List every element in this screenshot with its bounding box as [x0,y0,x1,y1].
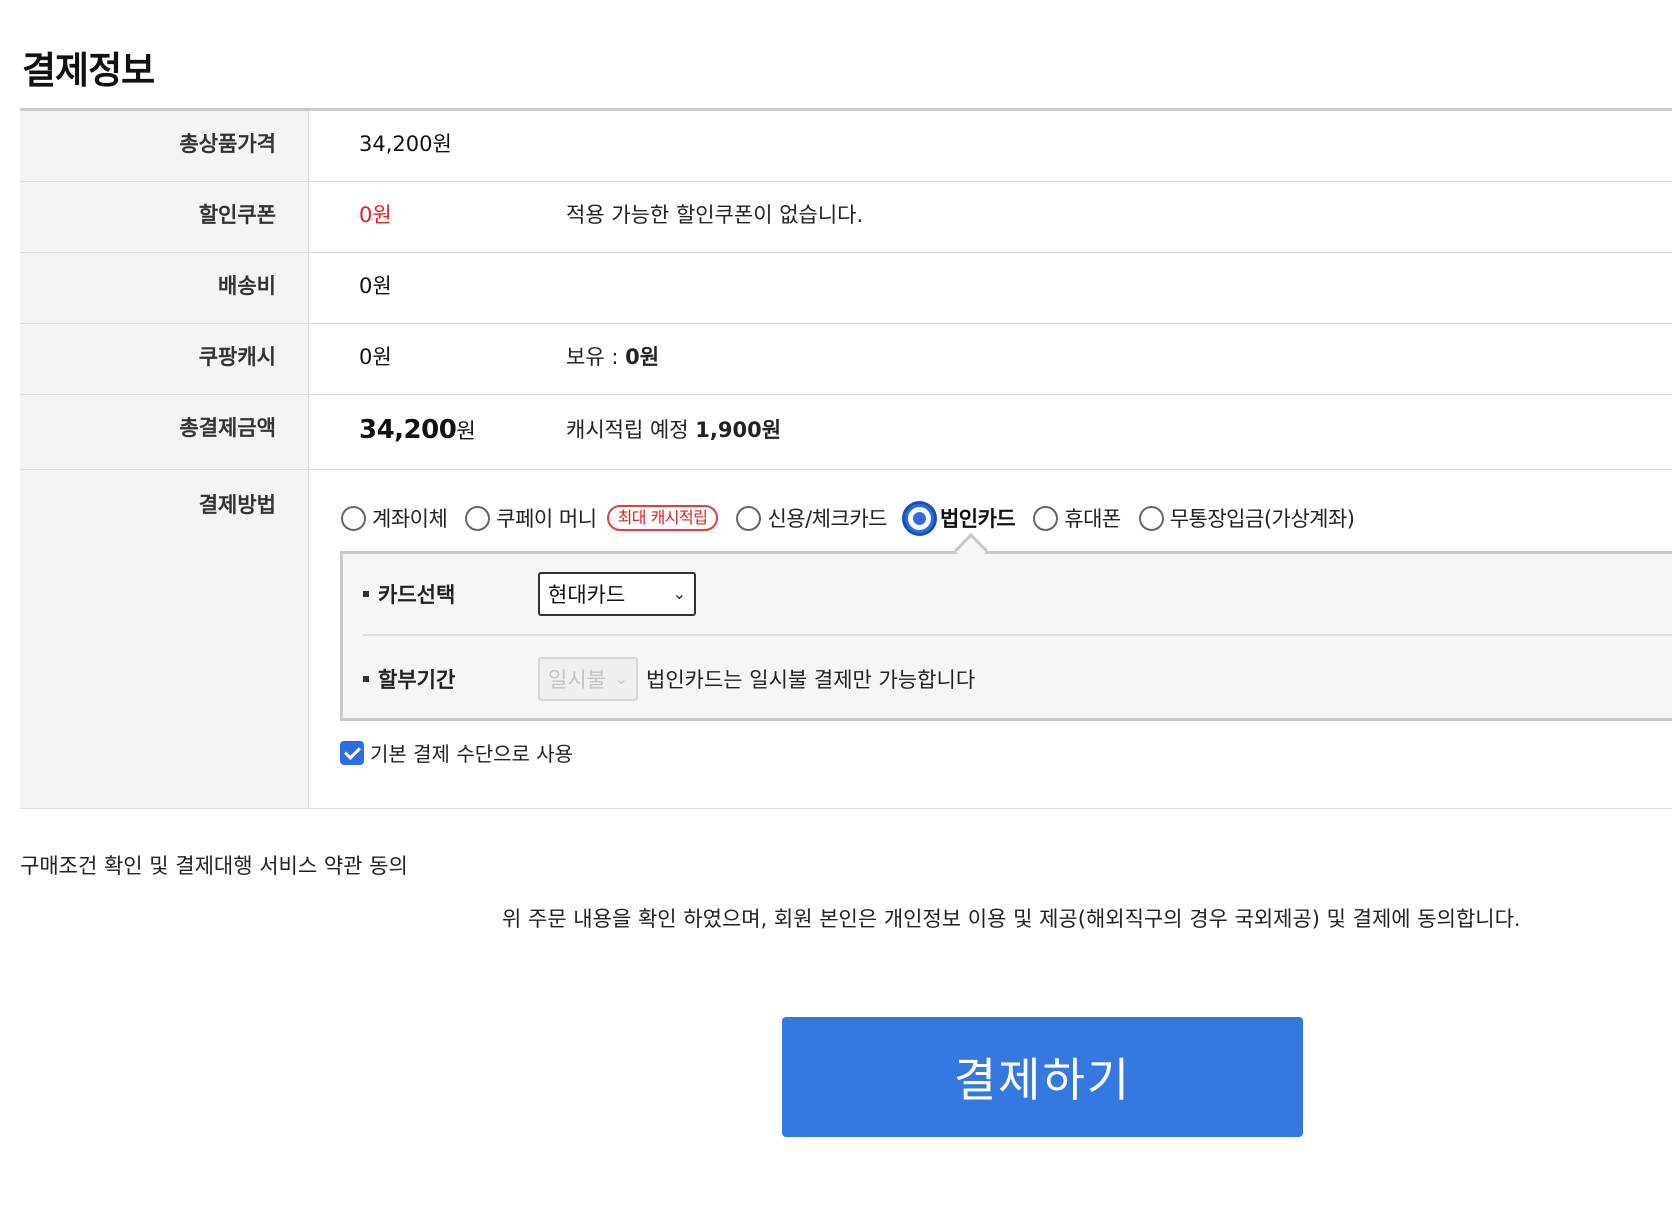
discount-coupon-note: 적용 가능한 할인쿠폰이 없습니다. [566,203,864,227]
row-label: 배송비 [20,253,309,323]
row-total-product-price: 총상품가격 34,200원 [20,111,1672,182]
chevron-down-icon: ⌄ [614,669,628,688]
radio-button[interactable] [341,505,366,531]
page-title: 결제정보 [22,49,155,92]
method-virtual-account[interactable]: 무통장입금(가상계좌) [1138,503,1355,533]
cash-holding-value: 0원 [625,345,660,369]
method-coupay-money[interactable]: 쿠페이 머니 최대 캐시적립 [465,503,719,533]
row-label: 총상품가격 [20,111,309,181]
cash-holding: 보유 : 0원 [566,324,659,390]
installment-note: 법인카드는 일시불 결제만 가능합니다 [646,668,976,692]
method-label: 쿠페이 머니 [496,507,597,531]
method-mobile-phone[interactable]: 휴대폰 [1033,503,1121,533]
coupang-cash-value: 0원 [359,345,392,369]
bullet-icon [363,676,369,682]
row-total-payment: 총결제금액 34,200원 캐시적립 예정 1,900원 [20,395,1672,470]
pay-button[interactable]: 결제하기 [782,1017,1303,1137]
total-payment-value: 34,200원 [359,397,476,464]
agreement-text: 위 주문 내용을 확인 하였으며, 회원 본인은 개인정보 이용 및 제공(해외… [502,907,1521,931]
method-label: 계좌이체 [372,507,448,531]
cash-reward-value: 1,900원 [695,418,782,442]
card-select-value: 현대카드 [548,583,626,607]
installment-label: 할부기간 [378,668,456,692]
row-payment-method: 결제방법 계좌이체 쿠페이 머니 최대 캐시적립 신용/체크카드 법인카드 휴대… [20,470,1672,809]
default-method-checkbox[interactable]: 기본 결제 수단으로 사용 [340,738,573,767]
method-label: 무통장입금(가상계좌) [1169,507,1355,531]
row-label: 할인쿠폰 [20,182,309,252]
method-corporate-card[interactable]: 법인카드 [904,503,1016,533]
row-label: 결제방법 [20,470,309,808]
payment-info-table: 총상품가격 34,200원 할인쿠폰 0원 적용 가능한 할인쿠폰이 없습니다.… [20,108,1672,809]
radio-button[interactable] [465,505,491,531]
row-discount-coupon: 할인쿠폰 0원 적용 가능한 할인쿠폰이 없습니다. [20,182,1672,253]
total-payment-amount: 34,200 [359,415,457,445]
discount-coupon-value: 0원 [359,203,392,227]
row-shipping: 배송비 0원 [20,253,1672,324]
installment-select-value: 일시불 [548,668,606,692]
method-label: 신용/체크카드 [767,507,887,531]
cash-reward: 캐시적립 예정 1,900원 [566,397,781,463]
row-label: 총결제금액 [20,395,309,469]
radio-button-selected[interactable] [904,503,934,533]
installment-row: 할부기간 일시불 ⌄ 법인카드는 일시불 결제만 가능합니다 [363,638,1672,720]
checkbox-checked-icon[interactable] [340,740,364,765]
method-label: 법인카드 [939,507,1016,531]
cash-holding-label: 보유 : [566,345,626,369]
default-method-label: 기본 결제 수단으로 사용 [370,742,574,766]
installment-select-disabled: 일시불 ⌄ [538,657,638,701]
total-product-price-value: 34,200원 [359,132,452,156]
payment-method-options: 계좌이체 쿠페이 머니 최대 캐시적립 신용/체크카드 법인카드 휴대폰 무통장… [341,500,1372,536]
card-select-label: 카드선택 [378,583,456,607]
bullet-icon [363,591,369,597]
radio-button[interactable] [1033,505,1059,531]
radio-button[interactable] [736,505,762,531]
row-label: 쿠팡캐시 [20,324,309,394]
terms-title: 구매조건 확인 및 결제대행 서비스 약관 동의 [20,854,408,878]
card-select-dropdown[interactable]: 현대카드 ⌄ [538,572,696,616]
radio-button[interactable] [1138,505,1164,531]
method-credit-card[interactable]: 신용/체크카드 [736,503,887,533]
corporate-card-panel: 카드선택 현대카드 ⌄ 할부기간 일시불 ⌄ 법인카드는 일시불 결제만 가능합… [340,533,1672,721]
cash-reward-label: 캐시적립 예정 [566,418,696,442]
card-select-row: 카드선택 현대카드 ⌄ [363,554,1672,636]
shipping-value: 0원 [359,274,392,298]
total-payment-unit: 원 [456,419,476,443]
chevron-down-icon: ⌄ [672,584,686,603]
method-bank-transfer[interactable]: 계좌이체 [341,503,448,533]
row-coupang-cash: 쿠팡캐시 0원 보유 : 0원 [20,324,1672,395]
method-label: 휴대폰 [1064,507,1121,531]
cash-reward-badge: 최대 캐시적립 [606,505,719,531]
